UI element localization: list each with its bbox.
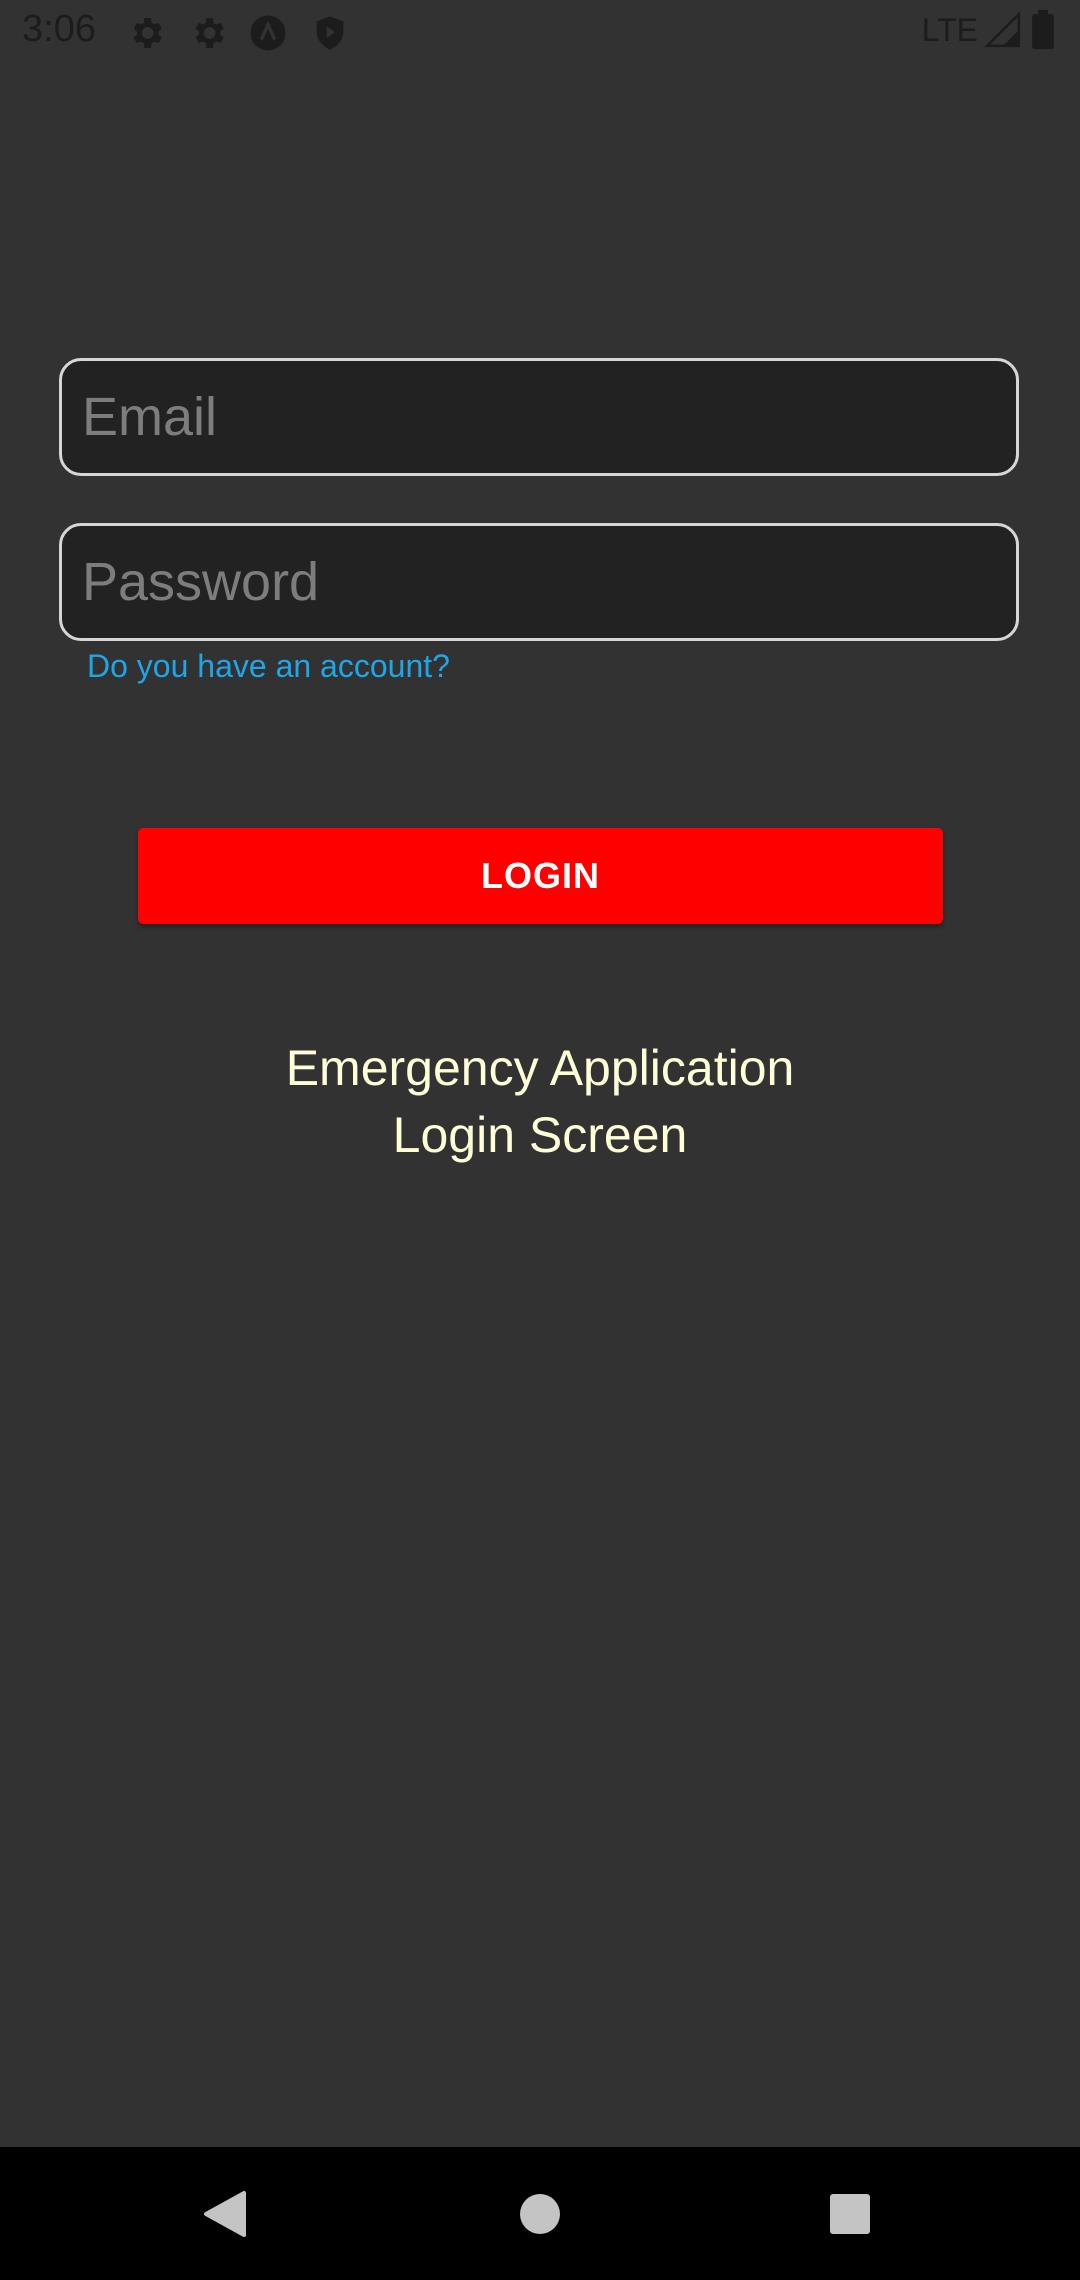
- shield-play-icon: [316, 16, 344, 50]
- network-type: LTE: [921, 11, 978, 48]
- back-button[interactable]: [160, 2147, 290, 2280]
- email-field-container: [59, 358, 1019, 476]
- settings-icon: [133, 18, 162, 48]
- status-time: 3:06: [22, 8, 96, 50]
- back-icon: [204, 2190, 246, 2237]
- login-button[interactable]: LOGIN: [138, 828, 943, 924]
- app-title-line2: Login Screen: [392, 1107, 688, 1163]
- settings-icon: [195, 18, 224, 48]
- home-icon: [520, 2193, 560, 2234]
- app-title-line1: Emergency Application: [285, 1040, 795, 1096]
- status-bar: 3:06 LTE: [0, 0, 1080, 66]
- account-link[interactable]: Do you have an account?: [87, 648, 450, 685]
- navigation-bar: [0, 2147, 1080, 2280]
- password-field-container: [59, 523, 1019, 641]
- email-input[interactable]: [62, 361, 1016, 473]
- home-button[interactable]: [475, 2147, 605, 2280]
- app-title: Emergency Application Login Screen: [0, 1035, 1080, 1169]
- signal-icon: [984, 11, 1021, 48]
- login-screen: 3:06 LTE Email Do you have an account? L…: [0, 0, 1080, 2280]
- password-input[interactable]: [62, 526, 1016, 638]
- app-icon: [250, 15, 286, 51]
- battery-icon: [1032, 10, 1054, 50]
- status-right-group: LTE: [922, 10, 1058, 50]
- recents-icon: [830, 2193, 870, 2234]
- recents-button[interactable]: [785, 2147, 915, 2280]
